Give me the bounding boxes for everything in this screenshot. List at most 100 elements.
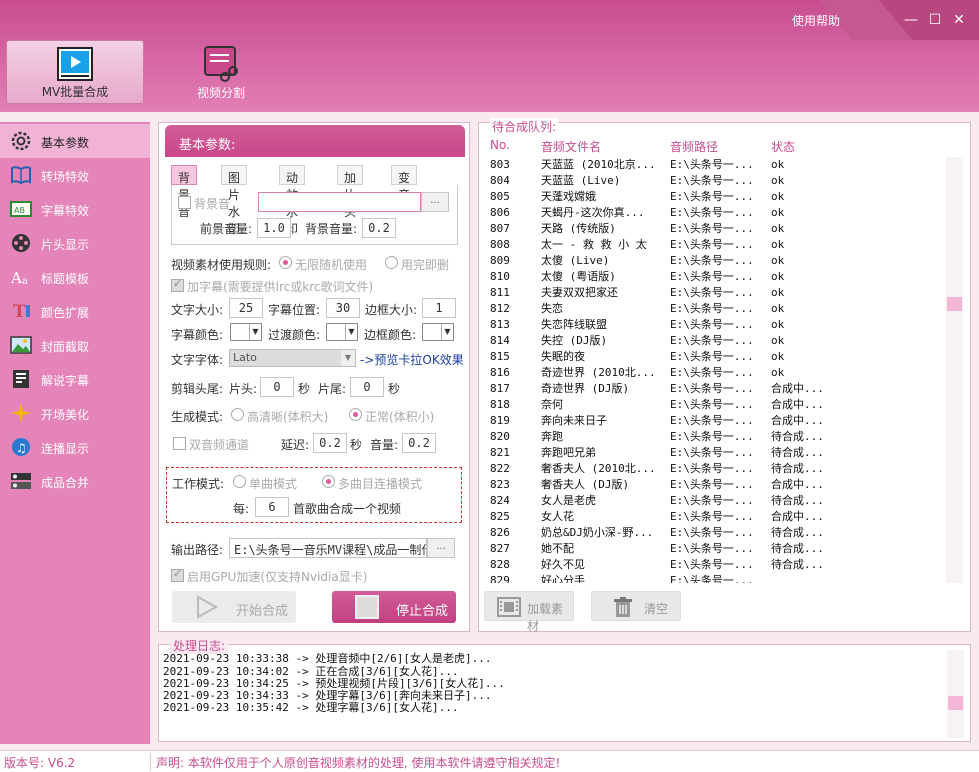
sidebar-item-narration[interactable]: 解说字幕 [0,362,150,396]
border-color-select[interactable]: ▼ [422,323,454,341]
sidebar-item-continuous[interactable]: ♫ 连播显示 [0,430,150,464]
column-header-no[interactable]: No. [490,138,510,152]
table-row[interactable]: 810 太傻 (粤语版) E:\头条号一... ok [486,269,946,285]
table-row[interactable]: 811 夫妻双双把家还 E:\头条号一... ok [486,285,946,301]
table-row[interactable]: 816 奇迹世界 (2010北... E:\头条号一... ok [486,365,946,381]
font-family-select[interactable]: Lato ▼ [229,349,356,367]
sub-color-select[interactable]: ▼ [230,323,262,341]
table-row[interactable]: 803 天蓝蓝 (2010北京... E:\头条号一... ok [486,157,946,173]
head-input[interactable]: 0 [260,377,294,397]
table-row[interactable]: 828 好久不见 E:\头条号一... 待合成... [486,557,946,573]
sub-pos-input[interactable]: 30 [326,298,360,318]
log-scrollbar[interactable] [947,650,964,738]
tab-motion-watermark[interactable]: 动效水印 [279,165,306,236]
mode-single-radio[interactable] [233,475,246,488]
sidebar-item-opening[interactable]: 开场美化 [0,396,150,430]
start-compose-button[interactable]: 开始合成 [172,591,296,623]
front-volume-input[interactable]: 1.0 [257,218,291,238]
table-row[interactable]: 806 天蝎丹-这次你真... E:\头条号一... ok [486,205,946,221]
table-row[interactable]: 808 太一 - 救 救 小 太 E:\头条号一... ok [486,237,946,253]
load-material-button[interactable]: 加载素材 [484,591,574,633]
delay-input[interactable]: 0.2 [313,433,347,453]
mode-normal-radio[interactable] [349,408,362,421]
bg-audio-path-input[interactable] [258,192,421,212]
row-status: ok [771,190,785,203]
sidebar-item-subtitle-fx[interactable]: AB 字幕特效 [0,192,150,226]
table-row[interactable]: 825 女人花 E:\头条号一... 合成中... [486,509,946,525]
front-volume-label: 前景音量: [200,222,253,236]
bg-audio-browse-button[interactable]: ... [421,192,449,212]
sidebar-item-merge[interactable]: 成品合并 [0,464,150,498]
preview-karaoke-link[interactable]: ->预览卡拉OK效果 [360,351,464,368]
table-row[interactable]: 827 她不配 E:\头条号一... 待合成... [486,541,946,557]
nav-video-split[interactable]: 视频分割 [152,40,290,104]
sidebar-item-basic-params[interactable]: 基本参数 [0,124,150,158]
row-filename: 奔向未来日子 [541,414,607,427]
output-browse-button[interactable]: ... [427,538,455,558]
sidebar-item-title-template[interactable]: Aa 标题模板 [0,260,150,294]
songs-per-video-input[interactable]: 6 [255,497,289,517]
table-row[interactable]: 817 奇迹世界 (DJ版) E:\头条号一... 合成中... [486,381,946,397]
dual-audio-checkbox[interactable] [173,437,186,450]
bg-audio-checkbox[interactable] [178,196,191,209]
volume-input[interactable]: 0.2 [402,433,436,453]
table-row[interactable]: 820 奔跑 E:\头条号一... 待合成... [486,429,946,445]
tab-voice-change[interactable]: 变音 [391,165,418,202]
column-header-filename[interactable]: 音频文件名 [541,138,601,155]
scrollbar-thumb[interactable] [947,297,962,311]
nav-mv-batch[interactable]: MV批量合成 [6,40,144,104]
scrollbar-thumb[interactable] [948,696,963,710]
tail-input[interactable]: 0 [350,377,384,397]
close-icon[interactable]: ✕ [951,12,967,28]
stop-compose-button[interactable]: 停止合成 [332,591,456,623]
video-split-icon [204,46,238,82]
table-row[interactable]: 814 失控 (DJ版) E:\头条号一... ok [486,333,946,349]
bg-volume-input[interactable]: 0.2 [362,218,396,238]
table-row[interactable]: 822 奢香夫人 (2010北... E:\头条号一... 待合成... [486,461,946,477]
border-size-input[interactable]: 1 [422,298,456,318]
clear-queue-button[interactable]: 清空 [591,591,681,621]
sidebar-item-transition[interactable]: 转场特效 [0,158,150,192]
sidebar-item-color-ext[interactable]: T 颜色扩展 [0,294,150,328]
output-path-input[interactable]: E:\头条号一音乐MV课程\成品一制作( [229,538,427,558]
load-material-label: 加载素材 [527,602,564,633]
column-header-path[interactable]: 音频路径 [670,138,718,155]
rule-once-radio[interactable] [385,256,398,269]
mode-multi-radio[interactable] [322,475,335,488]
row-path: E:\头条号一... [670,558,754,571]
gpu-checkbox[interactable] [171,567,184,582]
table-row[interactable]: 809 太傻 (Live) E:\头条号一... ok [486,253,946,269]
tab-image-watermark[interactable]: 图片水印 [221,165,248,236]
rule-random-radio[interactable] [279,256,292,269]
tab-add-intro[interactable]: 加片头 [337,165,364,219]
table-row[interactable]: 824 女人是老虎 E:\头条号一... 待合成... [486,493,946,509]
table-row[interactable]: 804 天蓝蓝 (Live) E:\头条号一... ok [486,173,946,189]
queue-scrollbar[interactable] [946,157,963,583]
table-row[interactable]: 821 奔跑吧兄弟 E:\头条号一... 待合成... [486,445,946,461]
table-row[interactable]: 823 奢香夫人 (DJ版) E:\头条号一... 合成中... [486,477,946,493]
add-subtitle-checkbox[interactable] [171,277,184,292]
transition-color-select[interactable]: ▼ [326,323,358,341]
material-rule-label: 视频素材使用规则: [171,258,272,272]
help-link[interactable]: 使用帮助 [792,12,840,29]
table-row[interactable]: 805 天蓬戏嫦娥 E:\头条号一... ok [486,189,946,205]
minimize-icon[interactable]: — [903,12,919,28]
table-row[interactable]: 818 奈何 E:\头条号一... 合成中... [486,397,946,413]
table-row[interactable]: 829 好心分手 E:\头条号一... [486,573,946,583]
sidebar-item-cover-capture[interactable]: 封面截取 [0,328,150,362]
table-row[interactable]: 819 奔向未来日子 E:\头条号一... 合成中... [486,413,946,429]
row-path: E:\头条号一... [670,366,754,379]
table-row[interactable]: 826 奶总&DJ奶小深-野... E:\头条号一... 待合成... [486,525,946,541]
table-row[interactable]: 813 失恋阵线联盟 E:\头条号一... ok [486,317,946,333]
maximize-icon[interactable]: ☐ [927,12,943,28]
table-row[interactable]: 815 失眠的夜 E:\头条号一... ok [486,349,946,365]
every-suffix: 首歌曲合成一个视频 [293,502,402,516]
table-row[interactable]: 807 天路 (传统版) E:\头条号一... ok [486,221,946,237]
font-size-input[interactable]: 25 [229,298,263,318]
mode-hd-radio[interactable] [231,408,244,421]
sidebar-item-intro-display[interactable]: 片头显示 [0,226,150,260]
table-row[interactable]: 812 失恋 E:\头条号一... ok [486,301,946,317]
text-color-icon: T [13,302,30,321]
column-header-status[interactable]: 状态 [771,138,795,155]
tab-bg-audio[interactable]: 背景音 [171,165,198,219]
